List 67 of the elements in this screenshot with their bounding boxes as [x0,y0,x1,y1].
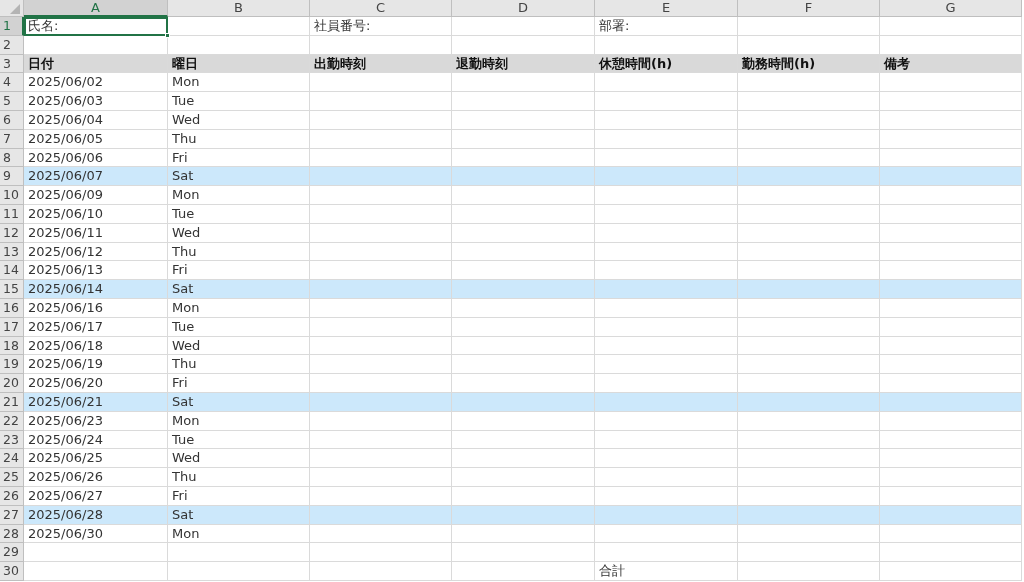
table-cell: 2025/06/07 [24,167,168,187]
table-cell: Wed [168,223,310,243]
table-cell: Thu [168,468,310,487]
table-cell: 2025/06/02 [24,73,168,93]
table-cell: Mon [168,73,310,93]
table-cell: Mon [168,411,310,431]
table-cell: Thu [168,129,310,149]
table-cell: Tue [168,317,310,337]
table-cell: 2025/06/19 [24,355,168,375]
table-cell: 2025/06/10 [24,204,168,224]
column-header[interactable]: C [310,0,452,17]
row-header[interactable]: 20 [0,374,24,393]
row-header[interactable]: 10 [0,186,24,205]
table-cell: 2025/06/18 [24,336,168,356]
table-cell: 2025/06/16 [24,298,168,318]
column-header[interactable]: D [452,0,595,17]
column-header[interactable]: F [738,0,880,17]
table-cell: 2025/06/30 [24,524,168,544]
column-header[interactable]: A [24,0,168,17]
row-header[interactable]: 1 [0,17,24,36]
table-cell: 合計 [595,562,738,581]
table-cell: Thu [168,242,310,262]
table-cell: 2025/06/27 [24,486,168,506]
row-header[interactable]: 30 [0,562,24,581]
table-cell: Thu [168,355,310,375]
table-cell: Mon [168,186,310,205]
table-cell: 2025/06/14 [24,280,168,299]
table-cell: 2025/06/23 [24,411,168,431]
table-cell: 2025/06/26 [24,468,168,487]
row-header[interactable]: 4 [0,73,24,93]
table-cell: Sat [168,280,310,299]
table-cell: Mon [168,298,310,318]
column-header[interactable]: B [168,0,310,17]
table-cell: 2025/06/24 [24,430,168,450]
table-cell: 社員番号: [310,17,452,36]
row-header[interactable]: 15 [0,280,24,299]
table-cell: 2025/06/09 [24,186,168,205]
row-header[interactable]: 19 [0,355,24,375]
table-cell: Sat [168,167,310,187]
table-cell: Wed [168,336,310,356]
table-cell: 2025/06/03 [24,92,168,111]
table-cell: 2025/06/17 [24,317,168,337]
table-cell: 2025/06/04 [24,111,168,130]
table-cell: 2025/06/05 [24,129,168,149]
row-header[interactable]: 5 [0,92,24,111]
table-cell: Tue [168,430,310,450]
row-header[interactable]: 29 [0,543,24,563]
table-cell: 2025/06/11 [24,223,168,243]
fill-handle[interactable] [165,32,170,38]
row-header[interactable]: 14 [0,261,24,281]
table-cell: Fri [168,374,310,393]
table-cell: 2025/06/25 [24,449,168,469]
table-cell: 2025/06/12 [24,242,168,262]
table-cell: Mon [168,524,310,544]
row-header[interactable]: 9 [0,167,24,187]
table-cell: Wed [168,111,310,130]
table-cell: Tue [168,204,310,224]
table-cell: Tue [168,92,310,111]
table-cell: Fri [168,486,310,506]
active-cell[interactable]: 氏名: [24,17,168,36]
column-header[interactable]: G [880,0,1022,17]
row-header[interactable]: 24 [0,449,24,469]
table-cell: Wed [168,449,310,469]
column-header[interactable]: E [595,0,738,17]
row-header[interactable]: 25 [0,468,24,487]
table-cell: 2025/06/20 [24,374,168,393]
table-cell: 部署: [595,17,738,36]
